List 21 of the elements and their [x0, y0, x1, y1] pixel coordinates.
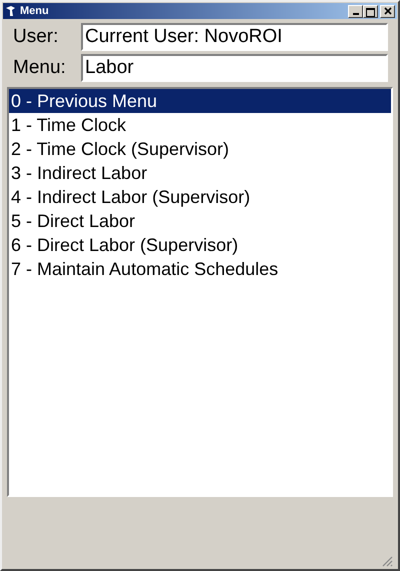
- menu-item[interactable]: 0 - Previous Menu: [9, 89, 391, 113]
- window-title: Menu: [20, 5, 50, 17]
- menu-item[interactable]: 2 - Time Clock (Supervisor): [9, 137, 391, 161]
- close-icon: [384, 7, 392, 15]
- menu-item[interactable]: 5 - Direct Labor: [9, 209, 391, 233]
- maximize-icon: [366, 8, 375, 16]
- minimize-icon: [352, 12, 358, 14]
- menu-item[interactable]: 3 - Indirect Labor: [9, 161, 391, 185]
- app-icon: [5, 5, 17, 17]
- text-field[interactable]: Current User: NovoROI: [81, 23, 388, 51]
- field-label: User:: [12, 26, 60, 48]
- resize-grip-icon: [382, 556, 393, 567]
- maximize-button[interactable]: [363, 4, 378, 18]
- minimize-button[interactable]: [348, 4, 363, 18]
- menu-item[interactable]: 1 - Time Clock: [9, 113, 391, 137]
- menu-item[interactable]: 6 - Direct Labor (Supervisor): [9, 233, 391, 257]
- menu-item[interactable]: 4 - Indirect Labor (Supervisor): [9, 185, 391, 209]
- field-label: Menu:: [12, 57, 67, 79]
- close-button[interactable]: [380, 4, 395, 18]
- menu-item[interactable]: 7 - Maintain Automatic Schedules: [9, 257, 391, 281]
- text-field[interactable]: Labor: [81, 54, 388, 82]
